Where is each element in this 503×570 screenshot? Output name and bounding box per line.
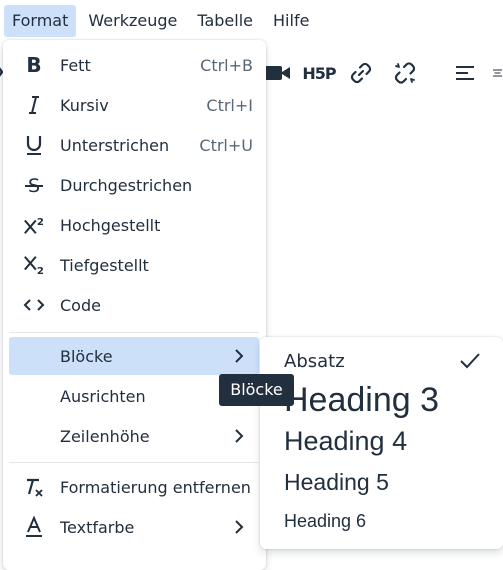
menu-item-durchgestrichen[interactable]: S Durchgestrichen (9, 166, 259, 204)
menu-item-tiefgestellt[interactable]: 2 Tiefgestellt (9, 246, 259, 284)
menu-item-label: Hochgestellt (60, 215, 161, 235)
menu-werkzeuge[interactable]: Werkzeuge (80, 5, 185, 37)
submenu-item-heading-4[interactable]: Heading 4 (284, 426, 407, 457)
code-icon (23, 294, 45, 316)
h5p-button[interactable]: H5P (300, 58, 338, 88)
unlink-icon (394, 62, 416, 84)
superscript-icon: 2 (23, 214, 45, 236)
video-button[interactable] (262, 58, 292, 88)
blocks-submenu: Absatz Heading 3 Heading 4 Heading 5 Hea… (260, 337, 503, 549)
menu-item-bloecke[interactable]: Blöcke (9, 337, 259, 375)
submenu-item-heading-5[interactable]: Heading 5 (284, 469, 389, 496)
unlink-button[interactable] (390, 58, 420, 88)
text-color-icon (23, 516, 45, 538)
shortcut: Ctrl+U (199, 135, 253, 155)
chevron-right-icon (235, 349, 244, 363)
underline-icon (23, 134, 45, 156)
submenu-item-absatz[interactable]: Absatz (284, 351, 345, 372)
menu-item-label: Formatierung entfernen (60, 477, 251, 497)
align-center-icon (493, 69, 502, 77)
menu-item-label: Ausrichten (60, 386, 146, 406)
shortcut: Ctrl+I (206, 95, 253, 115)
chevron-right-icon (235, 520, 244, 534)
menu-item-hochgestellt[interactable]: 2 Hochgestellt (9, 206, 259, 244)
menu-item-label: Tiefgestellt (60, 255, 149, 275)
align-left-icon (456, 66, 474, 80)
menu-separator (9, 332, 259, 333)
menu-item-code[interactable]: Code (9, 286, 259, 324)
menu-item-kursiv[interactable]: Kursiv Ctrl+I (9, 86, 259, 124)
menu-separator (9, 462, 259, 463)
menu-item-label: Code (60, 295, 101, 315)
bold-icon: B (23, 54, 45, 76)
menu-item-zeilenhoehe[interactable]: Zeilenhöhe (9, 417, 259, 455)
menu-item-label: Fett (60, 55, 91, 75)
menu-item-fett[interactable]: B Fett Ctrl+B (9, 46, 259, 84)
remove-formatting-icon (23, 476, 45, 498)
submenu-item-heading-3[interactable]: Heading 3 (284, 381, 439, 420)
tooltip: Blöcke (219, 374, 294, 406)
menu-item-label: Blöcke (60, 346, 113, 366)
shortcut: Ctrl+B (200, 55, 253, 75)
subscript-icon: 2 (23, 254, 45, 276)
video-icon (265, 66, 290, 80)
menu-format[interactable]: Format (4, 5, 77, 37)
menu-item-label: Kursiv (60, 95, 109, 115)
chevron-right-icon (235, 429, 244, 443)
svg-text:2: 2 (37, 217, 44, 228)
menu-item-label: Unterstrichen (60, 135, 170, 155)
format-menu: B Fett Ctrl+B Kursiv Ctrl+I Unterstriche… (3, 40, 266, 570)
menu-tabelle[interactable]: Tabelle (189, 5, 261, 37)
menu-item-label: Durchgestrichen (60, 175, 193, 195)
align-left-button[interactable] (450, 58, 480, 88)
menu-hilfe[interactable]: Hilfe (265, 5, 317, 37)
strikethrough-icon: S (23, 174, 45, 196)
menu-item-label: Textfarbe (60, 517, 135, 537)
link-icon (350, 62, 372, 84)
align-center-button[interactable] (492, 58, 503, 88)
menu-item-textfarbe[interactable]: Textfarbe (9, 508, 259, 546)
menu-item-formatierung-entfernen[interactable]: Formatierung entfernen (9, 468, 259, 506)
menu-item-label: Zeilenhöhe (60, 426, 150, 446)
menubar: Format Werkzeuge Tabelle Hilfe (0, 0, 503, 42)
link-button[interactable] (346, 58, 376, 88)
h5p-icon: H5P (302, 63, 336, 83)
svg-text:2: 2 (37, 266, 44, 276)
menu-item-unterstrichen[interactable]: Unterstrichen Ctrl+U (9, 126, 259, 164)
italic-icon (23, 94, 45, 116)
submenu-item-heading-6[interactable]: Heading 6 (284, 511, 366, 532)
checkmark-icon (460, 353, 480, 369)
svg-text:B: B (26, 54, 41, 76)
